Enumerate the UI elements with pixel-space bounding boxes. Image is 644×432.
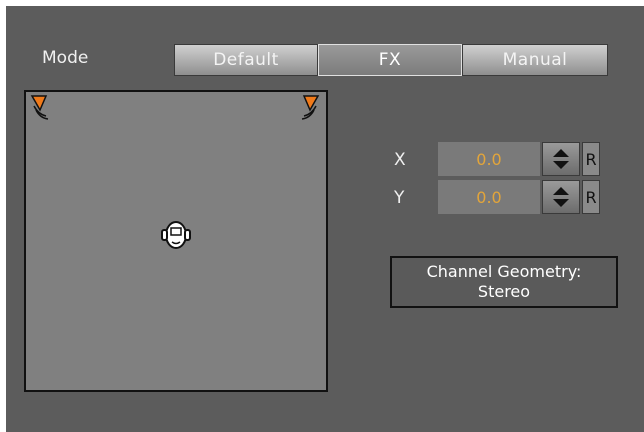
- mode-fx-button[interactable]: FX: [318, 44, 462, 76]
- x-value-field[interactable]: 0.0: [438, 142, 540, 176]
- x-reset-button[interactable]: R: [582, 142, 600, 176]
- channel-geometry-value: Stereo: [477, 282, 531, 301]
- y-stepper[interactable]: [542, 180, 580, 214]
- speaker-icon[interactable]: [30, 94, 60, 122]
- up-arrow-icon[interactable]: [553, 187, 569, 195]
- down-arrow-icon[interactable]: [553, 161, 569, 169]
- listener-head-icon[interactable]: [160, 218, 192, 252]
- x-stepper[interactable]: [542, 142, 580, 176]
- down-arrow-icon[interactable]: [553, 199, 569, 207]
- y-label: Y: [394, 188, 405, 208]
- y-value-field[interactable]: 0.0: [438, 180, 540, 214]
- y-reset-button[interactable]: R: [582, 180, 600, 214]
- channel-geometry-box: Channel Geometry: Stereo: [390, 256, 618, 308]
- audio-panning-panel: Mode Default FX Manual X 0.0 R Y 0.0 R C…: [6, 6, 644, 432]
- mode-default-button[interactable]: Default: [174, 44, 318, 76]
- panning-pad[interactable]: [24, 90, 328, 392]
- channel-geometry-label: Channel Geometry:: [426, 262, 582, 281]
- up-arrow-icon[interactable]: [553, 149, 569, 157]
- x-label: X: [394, 150, 406, 170]
- mode-label: Mode: [42, 48, 89, 68]
- speaker-icon[interactable]: [290, 94, 320, 122]
- mode-manual-button[interactable]: Manual: [462, 44, 608, 76]
